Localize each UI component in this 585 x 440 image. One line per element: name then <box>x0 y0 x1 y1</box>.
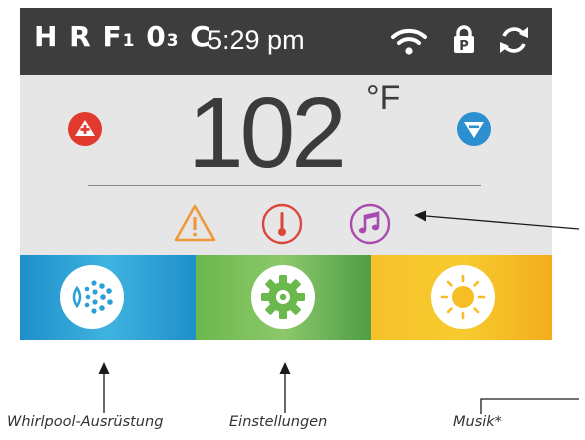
callout-lines <box>98 210 580 414</box>
caption-jets: Whirlpool-Ausrüstung <box>7 414 164 430</box>
caption-settings: Einstellungen <box>229 414 328 430</box>
music-callout-line <box>425 215 580 230</box>
settings-callout-arrowhead <box>279 362 291 374</box>
caption-music: Musik* <box>453 414 502 430</box>
music-callout-arrowhead <box>414 210 426 222</box>
music-bottom-callout-line <box>480 398 579 414</box>
jets-callout-arrowhead <box>98 362 110 374</box>
